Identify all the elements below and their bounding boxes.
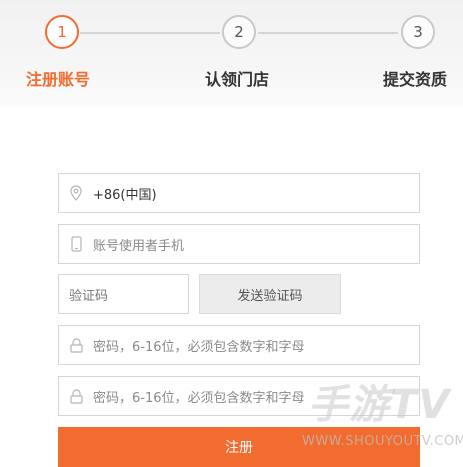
step-connector [80, 32, 220, 34]
step-1-circle: 1 [45, 15, 79, 49]
step-connector [258, 32, 398, 34]
step-1-label: 注册账号 [26, 70, 91, 89]
location-pin-icon [59, 185, 93, 201]
region-value: +86(中国) [93, 187, 157, 203]
register-label: 注册 [225, 440, 253, 456]
confirm-password-input[interactable]: 密码，6-16位，必须包含数字和字母 [58, 376, 420, 416]
step-2-circle: 2 [222, 15, 256, 49]
phone-input[interactable]: 账号使用者手机 [58, 224, 420, 264]
lock-icon [59, 388, 93, 404]
send-code-button[interactable]: 发送验证码 [199, 274, 341, 314]
step-3-label: 提交资质 [383, 70, 448, 89]
confirm-password-placeholder: 密码，6-16位，必须包含数字和字母 [93, 390, 305, 406]
verification-code-input[interactable]: 验证码 [58, 274, 189, 314]
step-progress-bar: 1 2 3 注册账号 认领门店 提交资质 [0, 0, 463, 107]
phone-placeholder: 账号使用者手机 [93, 238, 185, 254]
lock-icon [59, 337, 93, 353]
step-3-circle: 3 [401, 15, 435, 49]
password-input[interactable]: 密码，6-16位，必须包含数字和字母 [58, 325, 420, 365]
register-button[interactable]: 注册 [58, 427, 420, 467]
step-2-label: 认领门店 [205, 70, 270, 89]
send-code-label: 发送验证码 [237, 288, 303, 304]
code-placeholder: 验证码 [69, 288, 109, 304]
region-select[interactable]: +86(中国) [58, 173, 420, 213]
mobile-phone-icon [59, 236, 93, 252]
password-placeholder: 密码，6-16位，必须包含数字和字母 [93, 339, 305, 355]
